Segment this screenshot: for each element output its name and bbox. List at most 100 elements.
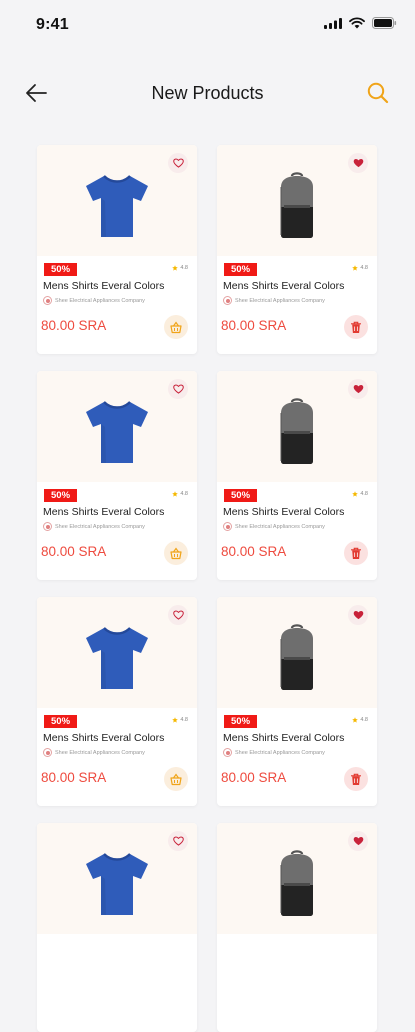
product-card[interactable]: 50% 4.8 Mens Shirts Everal Colors Shee E… [217, 597, 377, 806]
company: Shee Electrical Appliances Company [223, 522, 325, 531]
product-card[interactable]: 50% 4.8 Mens Shirts Everal Colors Shee E… [217, 145, 377, 354]
company-logo-icon [223, 296, 232, 305]
company: Shee Electrical Appliances Company [43, 296, 145, 305]
discount-badge: 50% [224, 263, 258, 276]
product-card[interactable]: 50% 4.8 Mens Shirts Everal Colors Shee E… [37, 597, 197, 806]
discount-badge: 50% [224, 715, 258, 728]
favorite-button[interactable] [348, 605, 368, 625]
product-name: Mens Shirts Everal Colors [223, 506, 345, 518]
product-image-area [217, 597, 377, 708]
backpack-product-image [262, 849, 332, 919]
wifi-icon [349, 17, 365, 29]
product-card[interactable]: 50% 4.8 Mens Shirts Everal Colors Shee E… [37, 145, 197, 354]
company: Shee Electrical Appliances Company [223, 296, 325, 305]
search-icon [367, 82, 389, 104]
add-to-cart-button[interactable] [164, 767, 188, 791]
favorite-button[interactable] [168, 831, 188, 851]
header: New Products [0, 70, 415, 116]
trash-icon [351, 773, 361, 785]
battery-icon [372, 17, 397, 29]
backpack-image [280, 850, 313, 916]
product-card[interactable]: 50% 4.8 Mens Shirts Everal Colors Shee E… [217, 371, 377, 580]
add-to-cart-button[interactable] [164, 315, 188, 339]
product-card[interactable]: 50% 4.8 Mens Shirts Everal Colors Shee E… [37, 371, 197, 580]
product-price: 80.00 SRA [221, 770, 287, 785]
tshirt-product-image [82, 849, 152, 919]
company-logo-icon [43, 296, 52, 305]
backpack-image [280, 172, 313, 238]
tshirt-product-image [82, 171, 152, 241]
product-image-area [37, 823, 197, 934]
discount-badge: 50% [44, 263, 78, 276]
trash-icon [351, 321, 361, 333]
cart-icon [170, 320, 182, 333]
product-price: 80.00 SRA [221, 544, 287, 559]
star-icon [352, 265, 359, 271]
backpack-product-image [262, 171, 332, 241]
rating: 4.8 [172, 717, 188, 723]
product-price: 80.00 SRA [41, 318, 107, 333]
rating: 4.8 [172, 491, 188, 497]
search-button[interactable] [365, 80, 391, 106]
product-name: Mens Shirts Everal Colors [223, 280, 345, 292]
heart-outline-icon [172, 610, 184, 620]
favorite-button[interactable] [168, 379, 188, 399]
heart-filled-icon [353, 385, 363, 394]
product-name: Mens Shirts Everal Colors [43, 280, 165, 292]
company-name: Shee Electrical Appliances Company [235, 523, 325, 530]
rating-value: 4.8 [180, 491, 188, 497]
add-to-cart-button[interactable] [164, 541, 188, 565]
company-logo-icon [223, 748, 232, 757]
tshirt-image [86, 401, 148, 463]
favorite-button[interactable] [348, 379, 368, 399]
backpack-product-image [262, 623, 332, 693]
product-card[interactable] [217, 823, 377, 1032]
remove-button[interactable] [344, 541, 368, 565]
tshirt-product-image [82, 397, 152, 467]
favorite-button[interactable] [348, 831, 368, 851]
signal-icon [324, 17, 342, 29]
product-image-area [217, 371, 377, 482]
company: Shee Electrical Appliances Company [43, 522, 145, 531]
product-price: 80.00 SRA [41, 544, 107, 559]
rating-value: 4.8 [180, 717, 188, 723]
product-image-area [37, 371, 197, 482]
heart-filled-icon [353, 159, 363, 168]
star-icon [352, 717, 359, 723]
product-image-area [37, 145, 197, 256]
star-icon [352, 491, 359, 497]
company-name: Shee Electrical Appliances Company [55, 749, 145, 756]
backpack-image [280, 624, 313, 690]
product-image-area [217, 823, 377, 934]
product-card[interactable] [37, 823, 197, 1032]
cart-icon [170, 546, 182, 559]
product-image-area [37, 597, 197, 708]
heart-filled-icon [353, 611, 363, 620]
tshirt-product-image [82, 623, 152, 693]
product-name: Mens Shirts Everal Colors [43, 732, 165, 744]
tshirt-image [86, 627, 148, 689]
favorite-button[interactable] [168, 605, 188, 625]
company: Shee Electrical Appliances Company [223, 748, 325, 757]
rating-value: 4.8 [180, 265, 188, 271]
status-icons [324, 17, 397, 29]
product-price: 80.00 SRA [221, 318, 287, 333]
backpack-product-image [262, 397, 332, 467]
backpack-image [280, 398, 313, 464]
remove-button[interactable] [344, 315, 368, 339]
remove-button[interactable] [344, 767, 368, 791]
company-name: Shee Electrical Appliances Company [235, 749, 325, 756]
favorite-button[interactable] [168, 153, 188, 173]
star-icon [172, 717, 179, 723]
rating: 4.8 [352, 265, 368, 271]
status-bar: 9:41 [0, 0, 415, 50]
product-grid: 50% 4.8 Mens Shirts Everal Colors Shee E… [37, 145, 379, 1032]
rating-value: 4.8 [360, 491, 368, 497]
favorite-button[interactable] [348, 153, 368, 173]
discount-badge: 50% [224, 489, 258, 502]
rating: 4.8 [172, 265, 188, 271]
star-icon [172, 265, 179, 271]
page-title: New Products [151, 83, 264, 103]
status-time: 9:41 [36, 16, 69, 33]
product-price: 80.00 SRA [41, 770, 107, 785]
